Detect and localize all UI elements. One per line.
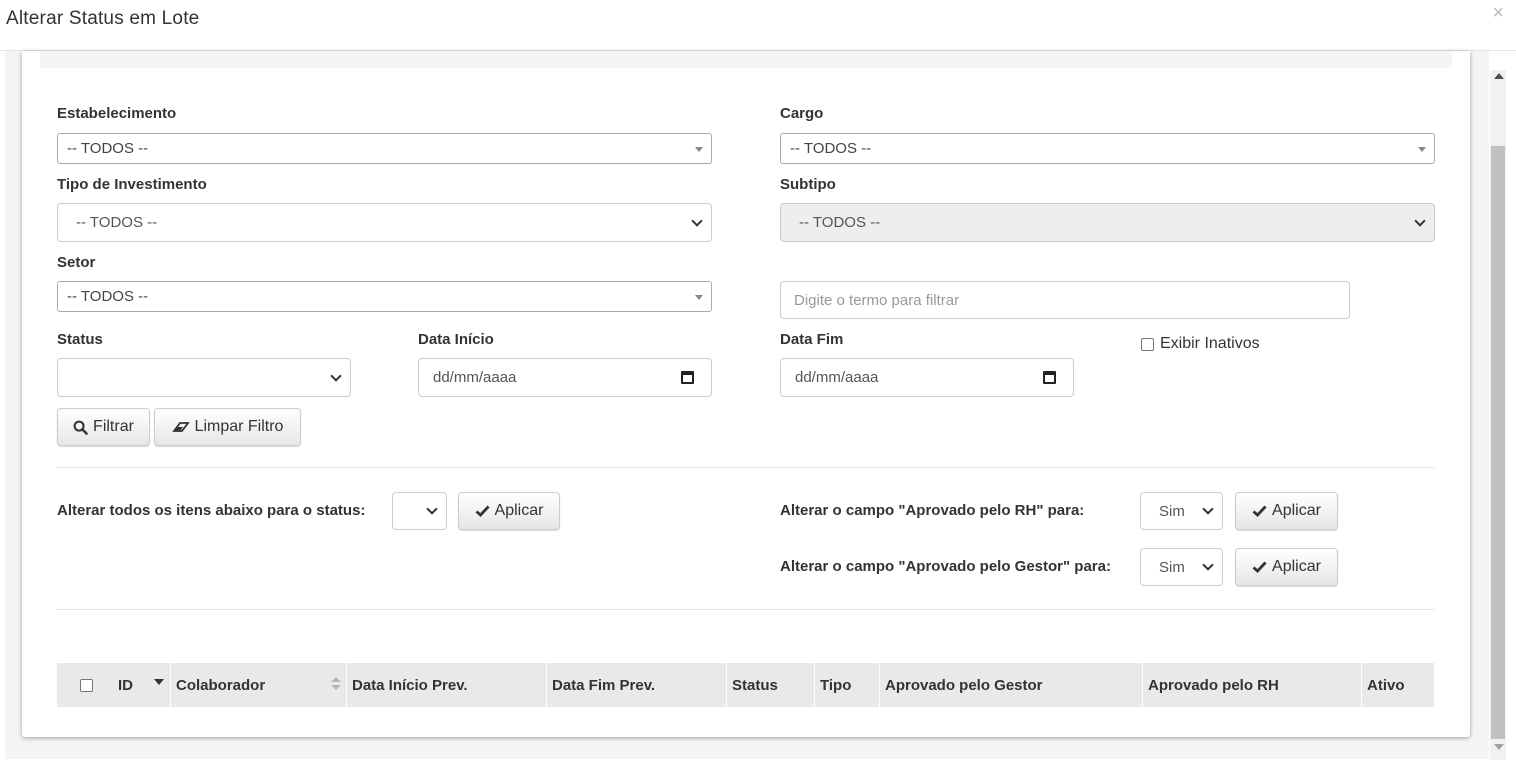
- apply-status-button-label: Aplicar: [494, 502, 544, 519]
- apply-gestor-button-label: Aplicar: [1272, 558, 1321, 575]
- check-icon: [1252, 505, 1267, 517]
- close-icon[interactable]: ×: [1492, 3, 1504, 23]
- column-header-colaborador-label: Colaborador: [176, 676, 266, 694]
- data-inicio-placeholder: dd/mm/aaaa: [433, 369, 517, 386]
- column-separator: [546, 663, 547, 707]
- setor-value: -- TODOS --: [67, 288, 149, 305]
- scroll-up-icon[interactable]: [1494, 73, 1504, 79]
- search-input[interactable]: Digite o termo para filtrar: [780, 281, 1350, 319]
- check-icon: [1252, 561, 1267, 573]
- bulk-status-select[interactable]: [392, 492, 447, 530]
- column-header-data-inicio-prev[interactable]: Data Início Prev.: [352, 663, 546, 707]
- clear-filter-button-label: Limpar Filtro: [194, 418, 284, 435]
- chevron-down-icon: [426, 503, 438, 515]
- subtipo-label: Subtipo: [780, 176, 836, 193]
- bulk-rh-value: Sim: [1159, 502, 1185, 520]
- chevron-down-icon: [691, 214, 703, 227]
- column-separator: [170, 663, 171, 707]
- estabelecimento-label: Estabelecimento: [57, 105, 177, 122]
- column-separator: [814, 663, 815, 707]
- bulk-rh-select[interactable]: Sim: [1140, 492, 1223, 530]
- sort-icon: [331, 685, 341, 690]
- column-header-id-label: ID: [118, 676, 133, 694]
- exibir-inativos-checkbox[interactable]: [1141, 337, 1154, 351]
- subtipo-value: -- TODOS --: [799, 214, 881, 231]
- calendar-icon[interactable]: [1043, 370, 1056, 384]
- exibir-inativos-toggle[interactable]: Exibir Inativos: [1141, 335, 1260, 353]
- subtipo-select[interactable]: -- TODOS --: [780, 203, 1435, 242]
- column-header-colaborador[interactable]: Colaborador: [176, 663, 346, 707]
- apply-rh-button-label: Aplicar: [1272, 502, 1321, 519]
- tipo-investimento-select[interactable]: -- TODOS --: [57, 203, 712, 242]
- column-separator: [346, 663, 347, 707]
- chevron-down-icon: [330, 369, 342, 382]
- table-header: ID Colaborador Data Início Prev. Data Fi…: [57, 663, 1434, 707]
- modal-header: Alterar Status em Lote ×: [0, 0, 1516, 51]
- select-all-cell: [80, 663, 110, 707]
- status-label: Status: [57, 331, 103, 348]
- exibir-inativos-label: Exibir Inativos: [1160, 335, 1260, 352]
- tipo-investimento-value: -- TODOS --: [76, 214, 158, 231]
- apply-gestor-button[interactable]: Aplicar: [1235, 548, 1338, 586]
- bulk-gestor-value: Sim: [1159, 558, 1185, 576]
- column-header-id[interactable]: ID: [118, 663, 170, 707]
- estabelecimento-select[interactable]: -- TODOS --: [57, 133, 712, 164]
- divider: [57, 467, 1435, 468]
- status-select[interactable]: [57, 358, 351, 397]
- data-fim-placeholder: dd/mm/aaaa: [795, 369, 879, 386]
- sort-desc-icon: [154, 679, 164, 685]
- caret-down-icon: [695, 294, 703, 300]
- data-inicio-input[interactable]: dd/mm/aaaa: [418, 358, 712, 397]
- search-placeholder: Digite o termo para filtrar: [794, 291, 960, 309]
- scroll-down-icon[interactable]: [1494, 744, 1504, 750]
- chevron-down-icon: [1202, 503, 1214, 515]
- caret-down-icon: [1418, 146, 1426, 152]
- filter-card: Estabelecimento -- TODOS -- Cargo -- TOD…: [22, 51, 1470, 737]
- column-header-aprovado-rh[interactable]: Aprovado pelo RH: [1148, 663, 1361, 707]
- setor-label: Setor: [57, 254, 96, 271]
- tipo-investimento-label: Tipo de Investimento: [57, 176, 207, 193]
- filter-button[interactable]: Filtrar: [57, 408, 150, 446]
- eraser-icon: [171, 422, 190, 432]
- cargo-select[interactable]: -- TODOS --: [780, 133, 1435, 164]
- caret-down-icon: [695, 146, 703, 152]
- chevron-down-icon: [1202, 559, 1214, 571]
- column-separator: [1142, 663, 1143, 707]
- data-fim-input[interactable]: dd/mm/aaaa: [780, 358, 1074, 397]
- bulk-gestor-label: Alterar o campo "Aprovado pelo Gestor" p…: [780, 558, 1111, 575]
- check-icon: [475, 505, 490, 517]
- card-top-strip: [40, 51, 1452, 68]
- setor-select[interactable]: -- TODOS --: [57, 281, 712, 312]
- apply-rh-button[interactable]: Aplicar: [1235, 492, 1338, 530]
- divider: [57, 609, 1435, 610]
- search-icon: [73, 420, 88, 435]
- data-inicio-label: Data Início: [418, 331, 494, 348]
- calendar-icon[interactable]: [681, 370, 694, 384]
- bulk-gestor-select[interactable]: Sim: [1140, 548, 1223, 586]
- column-header-aprovado-gestor[interactable]: Aprovado pelo Gestor: [885, 663, 1142, 707]
- chevron-down-icon: [1414, 214, 1426, 227]
- column-separator: [726, 663, 727, 707]
- modal-body: Estabelecimento -- TODOS -- Cargo -- TOD…: [0, 51, 1516, 761]
- data-fim-label: Data Fim: [780, 331, 844, 348]
- bulk-rh-label: Alterar o campo "Aprovado pelo RH" para:: [780, 502, 1085, 519]
- column-header-status[interactable]: Status: [732, 663, 814, 707]
- column-header-ativo[interactable]: Ativo: [1367, 663, 1427, 707]
- bulk-status-label: Alterar todos os itens abaixo para o sta…: [57, 502, 366, 519]
- select-all-checkbox[interactable]: [80, 678, 93, 692]
- cargo-label: Cargo: [780, 105, 824, 122]
- clear-filter-button[interactable]: Limpar Filtro: [154, 408, 301, 446]
- estabelecimento-value: -- TODOS --: [67, 140, 149, 157]
- column-header-tipo[interactable]: Tipo: [820, 663, 879, 707]
- scrollbar-thumb[interactable]: [1491, 146, 1505, 739]
- apply-status-button[interactable]: Aplicar: [458, 492, 560, 530]
- column-separator: [1361, 663, 1362, 707]
- column-header-data-fim-prev[interactable]: Data Fim Prev.: [552, 663, 726, 707]
- sort-icon: [331, 677, 341, 682]
- column-separator: [879, 663, 880, 707]
- filter-button-label: Filtrar: [93, 418, 134, 435]
- modal-title: Alterar Status em Lote: [6, 8, 200, 29]
- cargo-value: -- TODOS --: [790, 140, 872, 157]
